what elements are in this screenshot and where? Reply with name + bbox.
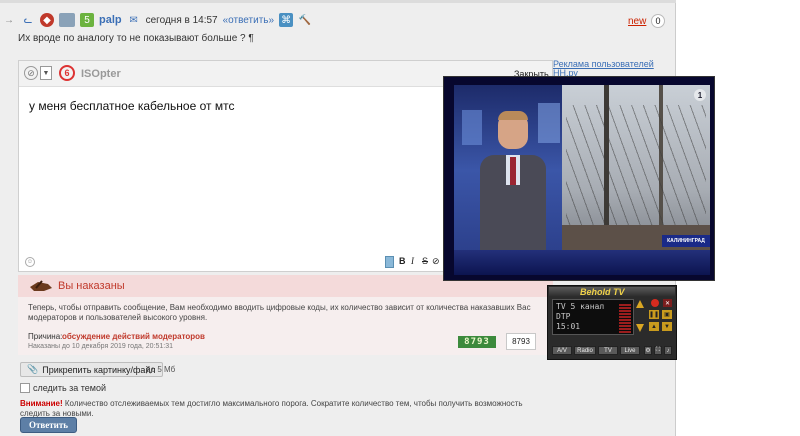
lcd-line-source: DTP (556, 312, 571, 321)
captcha-input[interactable]: 8793 (506, 333, 536, 350)
quote-icon[interactable]: ⌘ (279, 13, 294, 27)
user-status-icon: ᓚ (23, 14, 33, 26)
bold-button[interactable]: B (399, 256, 406, 266)
punishment-panel: Вы наказаны Теперь, чтобы отправить сооб… (18, 275, 553, 355)
submit-button[interactable]: Ответить (20, 417, 77, 433)
fullscreen-icon[interactable]: ⛶ (654, 346, 662, 355)
attach-icon[interactable] (385, 256, 394, 268)
channel-down-icon[interactable]: ▼ (662, 322, 672, 331)
reason-link[interactable]: обсуждение действий модераторов (62, 332, 205, 341)
behold-lcd-display: TV 5 канал DTP 15:01 (552, 299, 634, 335)
post-time: сегодня в 14:57 (145, 14, 218, 26)
editor-username: ISOpter (81, 68, 121, 80)
new-link[interactable]: new (628, 16, 646, 27)
tv-video-frame: КАЛИНИНГРАД 1 (454, 85, 710, 275)
top-divider (0, 0, 676, 3)
av-button[interactable]: A/V (552, 346, 572, 355)
shield-icon: ◆ (40, 13, 54, 27)
close-window-icon[interactable]: ✕ (663, 299, 672, 307)
snapshot-icon[interactable]: ▣ (662, 310, 672, 319)
location-caption-text: КАЛИНИНГРАД (667, 238, 705, 244)
captcha-image: 8793 (458, 336, 496, 348)
reply-count-badge: 0 (651, 14, 665, 28)
editor-text[interactable]: у меня бесплатное кабельное от мтс (29, 99, 234, 113)
strike-button[interactable]: S (422, 256, 428, 266)
studio-monitor-right (538, 103, 560, 143)
mail-icon[interactable]: ✉ (127, 13, 141, 27)
level-icon: 5 (80, 13, 94, 27)
reply-link[interactable]: «ответить» (223, 15, 274, 26)
mute-icon[interactable]: ♪ (664, 346, 672, 355)
record-icon[interactable] (651, 299, 659, 307)
reason-label: Причина: (28, 332, 63, 341)
gavel-icon (30, 280, 52, 291)
signal-meter (619, 303, 631, 333)
dropdown-chevron-icon[interactable]: ▼ (40, 66, 52, 80)
user-level-icon: 6 (59, 65, 75, 81)
italic-button[interactable]: I (411, 256, 414, 266)
behold-title: Behold TV (580, 287, 625, 297)
post-author[interactable]: palp (99, 14, 122, 26)
avatar[interactable] (59, 13, 75, 27)
file-size-limit: до 5 Мб (146, 365, 176, 374)
follow-label[interactable]: следить за темой (33, 383, 106, 393)
volume-up-icon[interactable] (636, 300, 644, 308)
warning-text: Количество отслеживаемых тем достигло ма… (20, 399, 523, 418)
follow-checkbox[interactable] (20, 383, 30, 393)
anchor-hair (498, 111, 528, 120)
hammer-icon[interactable]: 🔨 (298, 13, 312, 27)
channel-up-icon[interactable]: ▲ (649, 322, 659, 331)
location-caption: КАЛИНИНГРАД (662, 235, 710, 247)
arrow-icon: → (4, 14, 14, 26)
lcd-line-time: 15:01 (556, 322, 581, 331)
tv-video-window[interactable]: КАЛИНИНГРАД 1 (443, 76, 715, 281)
post-header: → ᓚ ◆ 5 palp ✉ сегодня в 14:57 «ответить… (2, 10, 670, 30)
attach-file-label: Прикрепить картинку/файл (42, 364, 156, 375)
news-ribbon (454, 250, 710, 275)
punishment-message: Теперь, чтобы отправить сообщение, Вам н… (28, 303, 531, 322)
punishment-title: Вы наказаны (58, 280, 125, 292)
disable-icon[interactable]: ⊘ (24, 66, 38, 80)
tv-button[interactable]: TV (598, 346, 618, 355)
submit-label: Ответить (28, 420, 69, 430)
channel-logo: 1 (694, 89, 706, 101)
emoji-icon[interactable]: ☺ (25, 257, 35, 267)
pause-icon[interactable]: ❚❚ (649, 310, 659, 319)
anchor-tie (510, 157, 516, 185)
warning-label: Внимание! (20, 399, 63, 408)
paperclip-icon: 📎 (27, 364, 39, 374)
live-button[interactable]: Live (620, 346, 640, 355)
post-text: Их вроде по аналогу то не показывают бол… (18, 33, 254, 44)
attach-file-button[interactable]: 📎 Прикрепить картинку/файл (20, 362, 163, 377)
behold-tv-player[interactable]: Behold TV TV 5 канал DTP 15:01 ✕ ❚❚ ▣ ▲ … (547, 285, 677, 360)
settings-icon[interactable]: ⚙ (644, 346, 652, 355)
punished-until: Наказаны до 10 декабря 2019 года, 20:51:… (28, 343, 173, 350)
lcd-line-channel: TV 5 канал (556, 302, 605, 311)
rigging (566, 105, 706, 245)
radio-button[interactable]: Radio (574, 346, 596, 355)
volume-down-icon[interactable] (636, 324, 644, 332)
warning-message: Внимание! Количество отслеживаемых тем д… (20, 399, 545, 419)
hide-icon[interactable]: ⊘ (432, 256, 440, 267)
studio-monitor-left (462, 110, 482, 145)
